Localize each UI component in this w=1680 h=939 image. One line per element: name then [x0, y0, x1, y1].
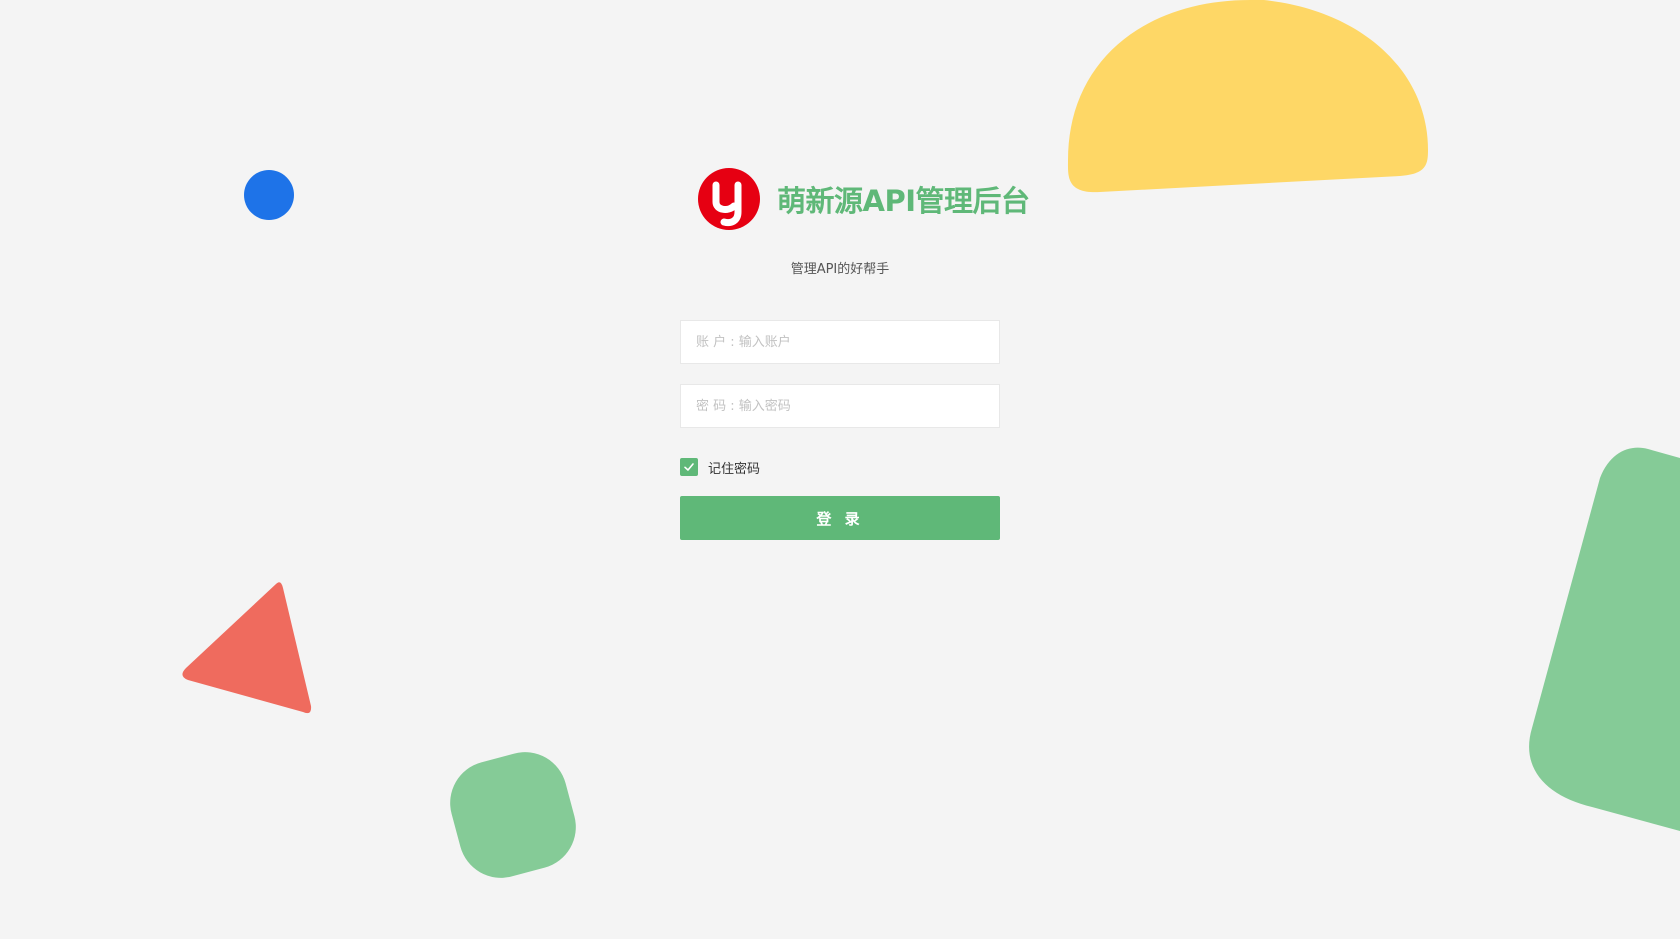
- green-rounded-rectangle-shape: [1529, 447, 1680, 831]
- app-title: 萌新源API管理后台: [777, 184, 1030, 218]
- red-triangle-shape: [182, 582, 312, 714]
- y-logo-icon: [698, 168, 760, 230]
- account-input[interactable]: [680, 320, 1000, 364]
- checkbox-box[interactable]: [680, 458, 698, 476]
- password-input[interactable]: [680, 384, 1000, 428]
- remember-password-label: 记住密码: [708, 461, 761, 477]
- blue-circle-shape: [244, 170, 294, 220]
- check-icon: [684, 463, 694, 471]
- yellow-half-circle-shape: [1067, 0, 1428, 193]
- brand-header: 萌新源API管理后台: [698, 167, 1030, 231]
- app-subtitle: 管理API的好帮手: [790, 262, 890, 277]
- green-rounded-square-shape: [450, 752, 576, 878]
- login-button[interactable]: 登 录: [680, 496, 1000, 540]
- login-page: 萌新源API管理后台 管理API的好帮手 记住密码 登 录: [0, 0, 1680, 939]
- remember-password-checkbox[interactable]: 记住密码: [680, 457, 760, 477]
- decorative-background-shapes: [182, 0, 1680, 878]
